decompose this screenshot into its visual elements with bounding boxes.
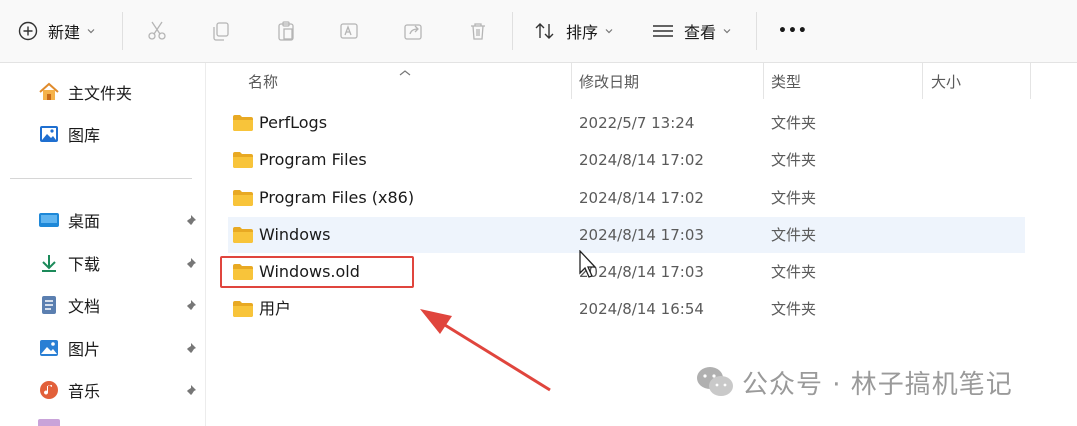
file-modified: 2022/5/7 13:24 (579, 114, 695, 132)
column-separator[interactable] (571, 63, 572, 99)
column-header-modified[interactable]: 修改日期 (579, 63, 639, 99)
sidebar-item-pictures[interactable]: 图片 (38, 333, 100, 363)
more-label: ••• (778, 23, 808, 39)
sort-button[interactable]: 排序 (534, 0, 614, 62)
sidebar-item-desktop[interactable]: 桌面 (38, 205, 100, 235)
file-name: Program Files (259, 150, 367, 169)
highlight-box (220, 256, 414, 288)
sidebar-item-label: 音乐 (68, 382, 101, 401)
file-row[interactable]: Program Files (x86) 2024/8/14 17:02 文件夹 (228, 180, 1025, 216)
chevron-down-icon (604, 26, 614, 36)
document-icon (38, 294, 60, 316)
home-icon (38, 81, 60, 103)
sort-label: 排序 (566, 23, 599, 42)
column-separator[interactable] (922, 63, 923, 99)
file-row[interactable]: Program Files 2024/8/14 17:02 文件夹 (228, 142, 1025, 178)
column-label: 名称 (248, 72, 279, 91)
file-name: Windows (259, 225, 331, 244)
chevron-down-icon (722, 26, 732, 36)
delete-icon[interactable] (465, 18, 491, 44)
share-icon[interactable] (400, 18, 426, 44)
file-row[interactable]: 用户 2024/8/14 16:54 文件夹 (228, 291, 1025, 327)
file-type: 文件夹 (771, 114, 817, 132)
desktop-icon (38, 209, 60, 231)
sidebar-item-downloads[interactable]: 下载 (38, 248, 100, 278)
more-options-button[interactable]: ••• (778, 0, 808, 62)
gallery-icon (38, 123, 60, 145)
music-icon (38, 379, 60, 401)
watermark: 公众号 · 林子搞机笔记 (696, 362, 1013, 402)
new-button[interactable]: 新建 (18, 0, 96, 62)
sidebar-item-music[interactable]: 音乐 (38, 375, 100, 405)
file-modified: 2024/8/14 17:03 (579, 226, 704, 244)
command-bar: 新建 排序 查看 ••• (0, 0, 1077, 63)
folder-icon (232, 189, 254, 211)
annotation-arrow-icon (420, 309, 551, 392)
folder-icon (232, 151, 254, 173)
pin-icon[interactable] (182, 256, 198, 272)
wechat-logo-icon (697, 367, 733, 396)
pin-icon[interactable] (182, 298, 198, 314)
sort-arrows-icon (534, 21, 556, 41)
file-row[interactable]: PerfLogs 2022/5/7 13:24 文件夹 (228, 105, 1025, 141)
file-type: 文件夹 (771, 151, 817, 169)
sidebar-item-label: 文档 (68, 297, 101, 316)
toolbar-separator (122, 12, 123, 50)
sort-ascending-icon (398, 62, 412, 81)
pin-icon[interactable] (182, 383, 198, 399)
pictures-icon (38, 337, 60, 359)
copy-icon[interactable] (208, 18, 234, 44)
partial-item-icon (38, 419, 60, 426)
file-type: 文件夹 (771, 226, 817, 244)
column-separator[interactable] (763, 63, 764, 99)
file-modified: 2024/8/14 17:02 (579, 189, 704, 207)
column-header-type[interactable]: 类型 (771, 63, 801, 99)
folder-icon (232, 226, 254, 248)
watermark-text: 公众号 · 林子搞机笔记 (742, 369, 1013, 400)
view-button[interactable]: 查看 (652, 0, 732, 62)
column-label: 类型 (771, 72, 802, 91)
file-name: Program Files (x86) (259, 188, 415, 207)
file-modified: 2024/8/14 16:54 (579, 300, 704, 318)
navigation-pane: 主文件夹 图库 桌面 下载 文档 图片 音乐 (0, 63, 205, 426)
column-header-name[interactable]: 名称 (248, 63, 278, 99)
download-icon (38, 252, 60, 274)
column-header-size[interactable]: 大小 (931, 63, 961, 99)
file-type: 文件夹 (771, 189, 817, 207)
sidebar-item-gallery[interactable]: 图库 (38, 119, 100, 149)
column-label: 修改日期 (579, 72, 640, 91)
cut-icon[interactable] (144, 18, 170, 44)
file-name: PerfLogs (259, 113, 328, 132)
toolbar-separator (756, 12, 757, 50)
view-label: 查看 (684, 23, 717, 42)
new-label: 新建 (48, 23, 81, 42)
pin-icon[interactable] (182, 341, 198, 357)
file-type: 文件夹 (771, 263, 817, 281)
mouse-cursor-icon (579, 250, 597, 278)
view-lines-icon (652, 23, 674, 39)
file-row-selected[interactable]: Windows 2024/8/14 17:03 文件夹 (228, 217, 1025, 253)
file-type: 文件夹 (771, 300, 817, 318)
file-name: 用户 (259, 299, 292, 318)
chevron-down-icon (86, 26, 96, 36)
sidebar-item-label: 主文件夹 (68, 84, 133, 103)
sidebar-item-home[interactable]: 主文件夹 (38, 77, 132, 107)
rename-icon[interactable] (336, 18, 362, 44)
toolbar-separator (512, 12, 513, 50)
sidebar-divider (10, 178, 192, 179)
sidebar-item-label: 图库 (68, 126, 101, 145)
paste-icon[interactable] (273, 18, 299, 44)
sidebar-item-label: 桌面 (68, 212, 101, 231)
sidebar-item-label: 图片 (68, 340, 101, 359)
plus-circle-icon (18, 21, 38, 41)
folder-icon (232, 300, 254, 322)
file-modified: 2024/8/14 17:02 (579, 151, 704, 169)
column-separator[interactable] (1030, 63, 1031, 99)
sidebar-item-label: 下载 (68, 255, 101, 274)
sidebar-item-documents[interactable]: 文档 (38, 290, 100, 320)
pane-divider (205, 63, 206, 426)
pin-icon[interactable] (182, 213, 198, 229)
folder-icon (232, 114, 254, 136)
column-label: 大小 (931, 72, 962, 91)
